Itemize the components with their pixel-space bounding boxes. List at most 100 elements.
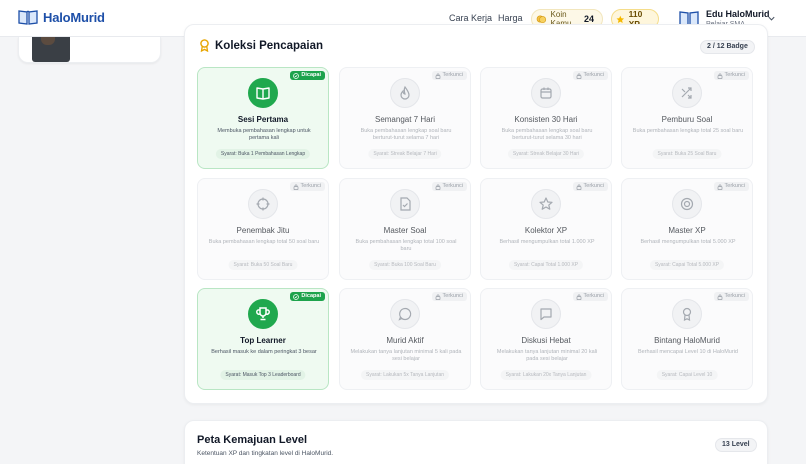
achievement-description: Membuka pembahasan lengkap untuk pertama… bbox=[217, 128, 311, 141]
coin-value: 24 bbox=[583, 14, 594, 24]
achievement-card[interactable]: Terkunci Konsisten 30 Hari Buka pembahasan… bbox=[480, 67, 612, 169]
achievement-name: Diskusi Hebat bbox=[521, 336, 571, 345]
trophy-icon bbox=[256, 307, 270, 321]
status-label: Terkunci bbox=[583, 72, 604, 78]
status-label: Terkunci bbox=[724, 183, 745, 189]
lock-icon bbox=[435, 72, 440, 79]
achievement-description: Buka pembahasan lengkap total 100 soal b… bbox=[355, 239, 457, 252]
locked-tag: Terkunci bbox=[431, 71, 467, 80]
achievement-name: Master XP bbox=[668, 226, 706, 235]
locked-tag: Terkunci bbox=[713, 292, 749, 301]
achievement-icon-circle bbox=[531, 299, 561, 329]
achievement-description: Buka pembahasan lengkap soal baru bertur… bbox=[501, 128, 593, 141]
achievement-name: Bintang HaloMurid bbox=[654, 336, 720, 345]
achievement-name: Penembak Jitu bbox=[236, 226, 290, 235]
achievement-card[interactable]: Terkunci Master Soal Buka pembahasan lengk… bbox=[339, 178, 471, 280]
lock-icon bbox=[576, 183, 581, 190]
achievement-requirement: Syarat: Capai Level 10 bbox=[656, 370, 718, 380]
calendar-icon bbox=[540, 87, 552, 99]
nav-link-harga[interactable]: Harga bbox=[498, 13, 523, 23]
star-icon bbox=[616, 15, 625, 23]
achievement-name: Pemburu Soal bbox=[661, 115, 713, 124]
nav-link-cara-kerja[interactable]: Cara Kerja bbox=[449, 13, 492, 23]
book-logo-icon bbox=[18, 10, 38, 25]
lock-icon bbox=[293, 183, 298, 190]
locked-tag: Terkunci bbox=[713, 71, 749, 80]
achievement-requirement: Syarat: Streak Belajar 7 Hari bbox=[368, 149, 442, 159]
shuffle-icon bbox=[681, 87, 692, 99]
achievement-requirement: Syarat: Lakukan 20x Tanya Lanjutan bbox=[500, 370, 592, 380]
lock-icon bbox=[576, 72, 581, 79]
achievement-icon-circle bbox=[248, 78, 278, 108]
achievement-description: Berhasil masuk ke dalam peringkat 3 besa… bbox=[211, 349, 317, 355]
level-map-title: Peta Kemajuan Level bbox=[197, 434, 308, 446]
check-circle-icon bbox=[293, 72, 300, 79]
achievement-card[interactable]: Terkunci Diskusi Hebat Melakukan tanya lan… bbox=[480, 288, 612, 390]
achievement-name: Kolektor XP bbox=[524, 226, 568, 235]
achievement-requirement: Syarat: Masuk Top 3 Leaderboard bbox=[220, 370, 306, 380]
achievement-card[interactable]: Terkunci Pemburu Soal Buka pembahasan leng… bbox=[621, 67, 753, 169]
message-square-icon bbox=[540, 308, 552, 321]
locked-tag: Terkunci bbox=[289, 182, 325, 191]
document-icon bbox=[400, 197, 411, 211]
achievement-description: Berhasil mengumpulkan total 5.000 XP bbox=[640, 239, 736, 245]
flame-icon bbox=[400, 85, 410, 100]
lock-icon bbox=[435, 293, 440, 300]
medal-icon bbox=[682, 307, 692, 322]
locked-tag: Terkunci bbox=[431, 292, 467, 301]
achievement-requirement: Syarat: Streak Belajar 30 Hari bbox=[507, 149, 585, 159]
badge-count: 2 / 12 Badge bbox=[700, 40, 755, 54]
status-label: Terkunci bbox=[583, 183, 604, 189]
achievement-card[interactable]: Dicapai Top Learner Berhasil masuk ke dala… bbox=[197, 288, 329, 390]
brand-logo[interactable]: HaloMurid bbox=[18, 9, 105, 25]
achievement-icon-circle bbox=[672, 189, 702, 219]
lock-icon bbox=[717, 293, 722, 300]
achievement-name: Konsisten 30 Hari bbox=[514, 115, 578, 124]
status-label: Terkunci bbox=[300, 183, 321, 189]
brand-name: HaloMurid bbox=[43, 9, 105, 25]
achievement-card[interactable]: Terkunci Master XP Berhasil mengumpulkan t… bbox=[621, 178, 753, 280]
achievement-description: Buka pembahasan lengkap total 25 soal ba… bbox=[632, 128, 744, 134]
achievement-icon-circle bbox=[390, 299, 420, 329]
unlocked-tag: Dicapai bbox=[290, 71, 325, 80]
achievement-card[interactable]: Terkunci Murid Aktif Melakukan tanya lanju… bbox=[339, 288, 471, 390]
status-label: Terkunci bbox=[583, 293, 604, 299]
achievement-card[interactable]: Terkunci Kolektor XP Berhasil mengumpulkan… bbox=[480, 178, 612, 280]
locked-tag: Terkunci bbox=[431, 182, 467, 191]
achievement-description: Melakukan tanya lanjutan minimal 20 kali… bbox=[496, 349, 598, 362]
chevron-down-icon[interactable] bbox=[767, 14, 776, 23]
level-count-badge: 13 Level bbox=[715, 438, 757, 452]
achievement-description: Buka pembahasan lengkap soal baru bertur… bbox=[360, 128, 452, 141]
crosshair-icon bbox=[256, 197, 270, 211]
book-icon bbox=[256, 87, 270, 100]
achievement-icon-circle bbox=[248, 299, 278, 329]
profile-card bbox=[18, 37, 161, 63]
achievement-card[interactable]: Terkunci Semangat 7 Hari Buka pembahasan l… bbox=[339, 67, 471, 169]
lock-icon bbox=[576, 293, 581, 300]
achievement-requirement: Syarat: Buka 25 Soal Baru bbox=[652, 149, 722, 159]
achievement-card[interactable]: Dicapai Sesi Pertama Membuka pembahasan le… bbox=[197, 67, 329, 169]
achievement-icon-circle bbox=[531, 78, 561, 108]
star-icon bbox=[539, 197, 553, 210]
achievement-icon-circle bbox=[390, 78, 420, 108]
lock-icon bbox=[435, 183, 440, 190]
achievement-icon-circle bbox=[390, 189, 420, 219]
check-circle-icon bbox=[293, 293, 300, 300]
locked-tag: Terkunci bbox=[713, 182, 749, 191]
status-label: Dicapai bbox=[301, 72, 321, 78]
achievement-name: Semangat 7 Hari bbox=[374, 115, 436, 124]
achievement-icon-circle bbox=[248, 189, 278, 219]
achievement-name: Murid Aktif bbox=[386, 336, 424, 345]
locked-tag: Terkunci bbox=[572, 292, 608, 301]
status-label: Terkunci bbox=[724, 293, 745, 299]
user-name[interactable]: Edu HaloMurid bbox=[706, 9, 770, 19]
achievement-description: Buka pembahasan lengkap total 50 soal ba… bbox=[208, 239, 320, 245]
level-map-description: Ketentuan XP dan tingkatan level di Halo… bbox=[197, 450, 334, 457]
achievement-requirement: Syarat: Buka 1 Pembahasan Lengkap bbox=[215, 149, 311, 159]
achievement-card[interactable]: Terkunci Penembak Jitu Buka pembahasan len… bbox=[197, 178, 329, 280]
achievement-name: Master Soal bbox=[383, 226, 427, 235]
lock-icon bbox=[717, 72, 722, 79]
status-label: Terkunci bbox=[442, 183, 463, 189]
achievement-card[interactable]: Terkunci Bintang HaloMurid Berhasil mencap… bbox=[621, 288, 753, 390]
achievement-description: Berhasil mencapai Level 10 di HaloMurid bbox=[638, 349, 738, 355]
